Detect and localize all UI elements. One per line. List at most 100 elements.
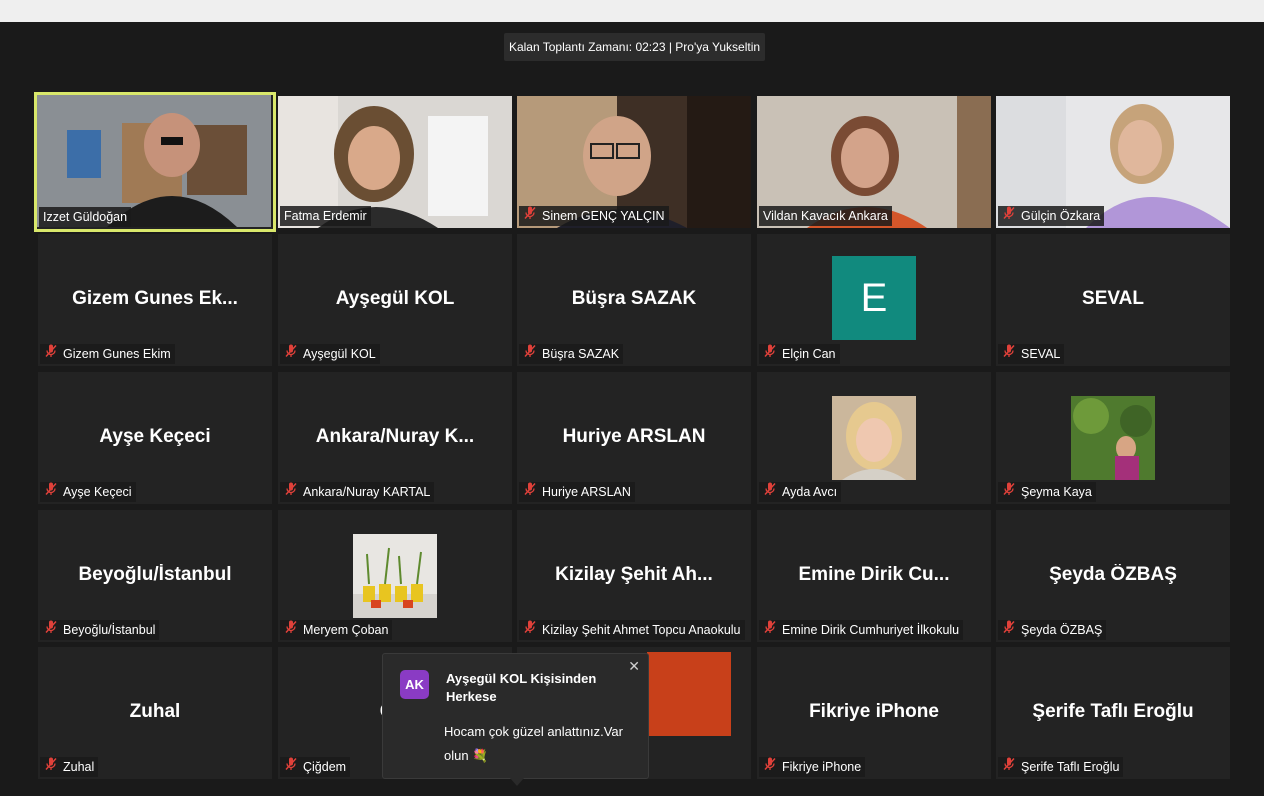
participant-tile-izzet-gu-ldog-an[interactable]: Izzet Güldoğan bbox=[34, 92, 276, 232]
participant-name-label: Ayşe Keçeci bbox=[40, 482, 136, 502]
participant-tile-seval[interactable]: SEVAL SEVAL bbox=[996, 234, 1230, 366]
participant-tile-fikriye-iphone[interactable]: Fikriye iPhone Fikriye iPhone bbox=[757, 647, 991, 779]
participant-name: Fikriye iPhone bbox=[782, 760, 862, 774]
participant-tile-gizem-gunes-ekim[interactable]: Gizem Gunes Ek... Gizem Gunes Ekim bbox=[38, 234, 272, 366]
participant-display-name-text: Ankara/Nuray K... bbox=[315, 426, 475, 447]
participant-name: Zuhal bbox=[63, 760, 95, 774]
muted-microphone-icon bbox=[763, 482, 777, 502]
participant-name-label: Çiğdem bbox=[280, 757, 351, 777]
muted-microphone-icon bbox=[763, 344, 777, 364]
participant-name-label: Fikriye iPhone bbox=[759, 757, 866, 777]
participant-tile-ays-egu-l-kol[interactable]: Ayşegül KOL Ayşegül KOL bbox=[278, 234, 512, 366]
muted-microphone-icon bbox=[523, 344, 537, 364]
participant-display-name-text: Şerife Taflı Eroğlu bbox=[1032, 701, 1194, 722]
participant-name-label: Ankara/Nuray KARTAL bbox=[280, 482, 435, 502]
profile-photo bbox=[353, 534, 437, 618]
participant-display-name-text: Ayşe Keçeci bbox=[99, 426, 211, 447]
muted-microphone-icon bbox=[1002, 620, 1016, 640]
participant-name-label: Fatma Erdemir bbox=[280, 206, 371, 226]
participant-name: Meryem Çoban bbox=[303, 623, 389, 637]
participant-name: Sinem GENÇ YALÇIN bbox=[542, 209, 665, 223]
muted-microphone-icon bbox=[284, 620, 298, 640]
muted-microphone-icon bbox=[523, 206, 537, 226]
participant-name-label: Huriye ARSLAN bbox=[519, 482, 635, 502]
participant-tile-meryem-c-oban[interactable]: Meryem Çoban bbox=[278, 510, 512, 642]
meeting-window: Kalan Toplantı Zamanı: 02:23 | Pro'ya Yu… bbox=[0, 22, 1264, 796]
chat-message-text: Hocam çok güzel anlattınız.Var olun bbox=[444, 724, 623, 763]
participant-tile-elc-in-can[interactable]: E Elçin Can bbox=[757, 234, 991, 366]
participant-display-name-text: Kizilay Şehit Ah... bbox=[555, 564, 713, 585]
participant-name: Kizilay Şehit Ahmet Topcu Anaokulu bbox=[542, 623, 741, 637]
participant-tile-s-eyma-kaya[interactable]: Şeyma Kaya bbox=[996, 372, 1230, 504]
participant-tile-vildan-kavac-k-ankara[interactable]: Vildan Kavacık Ankara bbox=[757, 96, 991, 228]
participant-display-name-text: Zuhal bbox=[129, 701, 181, 722]
participant-name-label: Zuhal bbox=[40, 757, 99, 777]
participant-name: Beyoğlu/İstanbul bbox=[63, 623, 156, 637]
participant-name-label: Elçin Can bbox=[759, 344, 840, 364]
participant-name-label: Sinem GENÇ YALÇIN bbox=[519, 206, 669, 226]
participant-display-name-text: Şeyda ÖZBAŞ bbox=[1049, 564, 1177, 585]
participant-display-name-text: Huriye ARSLAN bbox=[562, 426, 706, 447]
muted-microphone-icon bbox=[284, 757, 298, 777]
participant-name: Şeyda ÖZBAŞ bbox=[1021, 623, 1103, 637]
muted-microphone-icon bbox=[284, 482, 298, 502]
participant-name: SEVAL bbox=[1021, 347, 1061, 361]
participant-tile-ays-e-kec-eci[interactable]: Ayşe Keçeci Ayşe Keçeci bbox=[38, 372, 272, 504]
muted-microphone-icon bbox=[44, 620, 58, 640]
participant-name-label: Beyoğlu/İstanbul bbox=[40, 620, 160, 640]
participant-tile-emine-dirik-cumhuriyet-i-lkokulu[interactable]: Emine Dirik Cu... Emine Dirik Cumhuriyet … bbox=[757, 510, 991, 642]
chat-avatar: AK bbox=[400, 670, 429, 699]
muted-microphone-icon bbox=[1002, 482, 1016, 502]
muted-microphone-icon bbox=[284, 344, 298, 364]
muted-microphone-icon bbox=[523, 482, 537, 502]
participant-name-label: Ayda Avcı bbox=[759, 482, 842, 502]
participant-name-label: Kizilay Şehit Ahmet Topcu Anaokulu bbox=[519, 620, 745, 640]
participant-tile-ankara-nuray-kartal[interactable]: Ankara/Nuray K... Ankara/Nuray KARTAL bbox=[278, 372, 512, 504]
participant-name: Gülçin Özkara bbox=[1021, 209, 1101, 223]
participant-name-label: Gülçin Özkara bbox=[998, 206, 1105, 226]
participant-tile-beyog-lu-i-stanbul[interactable]: Beyoğlu/İstanbul Beyoğlu/İstanbul bbox=[38, 510, 272, 642]
participant-tile-fatma-erdemir[interactable]: Fatma Erdemir bbox=[278, 96, 512, 228]
participant-name-label: Şerife Taflı Eroğlu bbox=[998, 757, 1124, 777]
participant-name: Şeyma Kaya bbox=[1021, 485, 1092, 499]
participant-name: Ayşe Keçeci bbox=[63, 485, 132, 499]
participant-tile-s-erife-tafl-erog-lu[interactable]: Şerife Taflı Eroğlu Şerife Taflı Eroğlu bbox=[996, 647, 1230, 779]
participant-name: Ayşegül KOL bbox=[303, 347, 376, 361]
participant-name: Izzet Güldoğan bbox=[43, 210, 128, 224]
profile-photo bbox=[832, 396, 916, 480]
muted-microphone-icon bbox=[44, 757, 58, 777]
participant-tile-huriye-arslan[interactable]: Huriye ARSLAN Huriye ARSLAN bbox=[517, 372, 751, 504]
close-icon[interactable]: ✕ bbox=[628, 658, 640, 675]
participant-tile-gu-lc-in-o-zkara[interactable]: Gülçin Özkara bbox=[996, 96, 1230, 228]
muted-microphone-icon bbox=[1002, 344, 1016, 364]
profile-photo bbox=[1071, 396, 1155, 480]
title-strip bbox=[0, 0, 1264, 22]
participant-display-name-text: Emine Dirik Cu... bbox=[798, 564, 950, 585]
muted-microphone-icon bbox=[523, 620, 537, 640]
participant-name: Gizem Gunes Ekim bbox=[63, 347, 171, 361]
participant-tile-bu-s-ra-sazak[interactable]: Büşra SAZAK Büşra SAZAK bbox=[517, 234, 751, 366]
participant-name: Büşra SAZAK bbox=[542, 347, 620, 361]
participant-tile-kizilay-s-ehit-ahmet-topcu-anaokulu[interactable]: Kizilay Şehit Ah... Kizilay Şehit Ahmet T… bbox=[517, 510, 751, 642]
meeting-timer[interactable]: Kalan Toplantı Zamanı: 02:23 | Pro'ya Yu… bbox=[504, 33, 765, 61]
chat-notification[interactable]: AK Ayşegül KOL Kişisinden Herkese Hocam … bbox=[382, 653, 649, 786]
participant-name: Emine Dirik Cumhuriyet İlkokulu bbox=[782, 623, 960, 637]
participant-display-name-text: Büşra SAZAK bbox=[571, 288, 697, 309]
participant-name: Elçin Can bbox=[782, 347, 836, 361]
participant-name: Ankara/Nuray KARTAL bbox=[303, 485, 431, 499]
participant-name: Çiğdem bbox=[303, 760, 347, 774]
chat-message: Hocam çok güzel anlattınız.Var olun 💐 bbox=[444, 720, 634, 768]
participant-name-label: Meryem Çoban bbox=[280, 620, 393, 640]
participant-name: Fatma Erdemir bbox=[284, 209, 367, 223]
participant-tile-s-eyda-o-zbas[interactable]: Şeyda ÖZBAŞ Şeyda ÖZBAŞ bbox=[996, 510, 1230, 642]
participant-name-label: Ayşegül KOL bbox=[280, 344, 380, 364]
participant-tile-zuhal[interactable]: Zuhal Zuhal bbox=[38, 647, 272, 779]
participant-name-label: SEVAL bbox=[998, 344, 1065, 364]
muted-microphone-icon bbox=[1002, 206, 1016, 226]
participant-name-label: Büşra SAZAK bbox=[519, 344, 624, 364]
participant-tile-sinem-genc-yalc-in[interactable]: Sinem GENÇ YALÇIN bbox=[517, 96, 751, 228]
participant-name: Ayda Avcı bbox=[782, 485, 838, 499]
participant-name: Şerife Taflı Eroğlu bbox=[1021, 760, 1120, 774]
participant-display-name-text: Ayşegül KOL bbox=[335, 288, 455, 309]
participant-tile-ayda-avc[interactable]: Ayda Avcı bbox=[757, 372, 991, 504]
